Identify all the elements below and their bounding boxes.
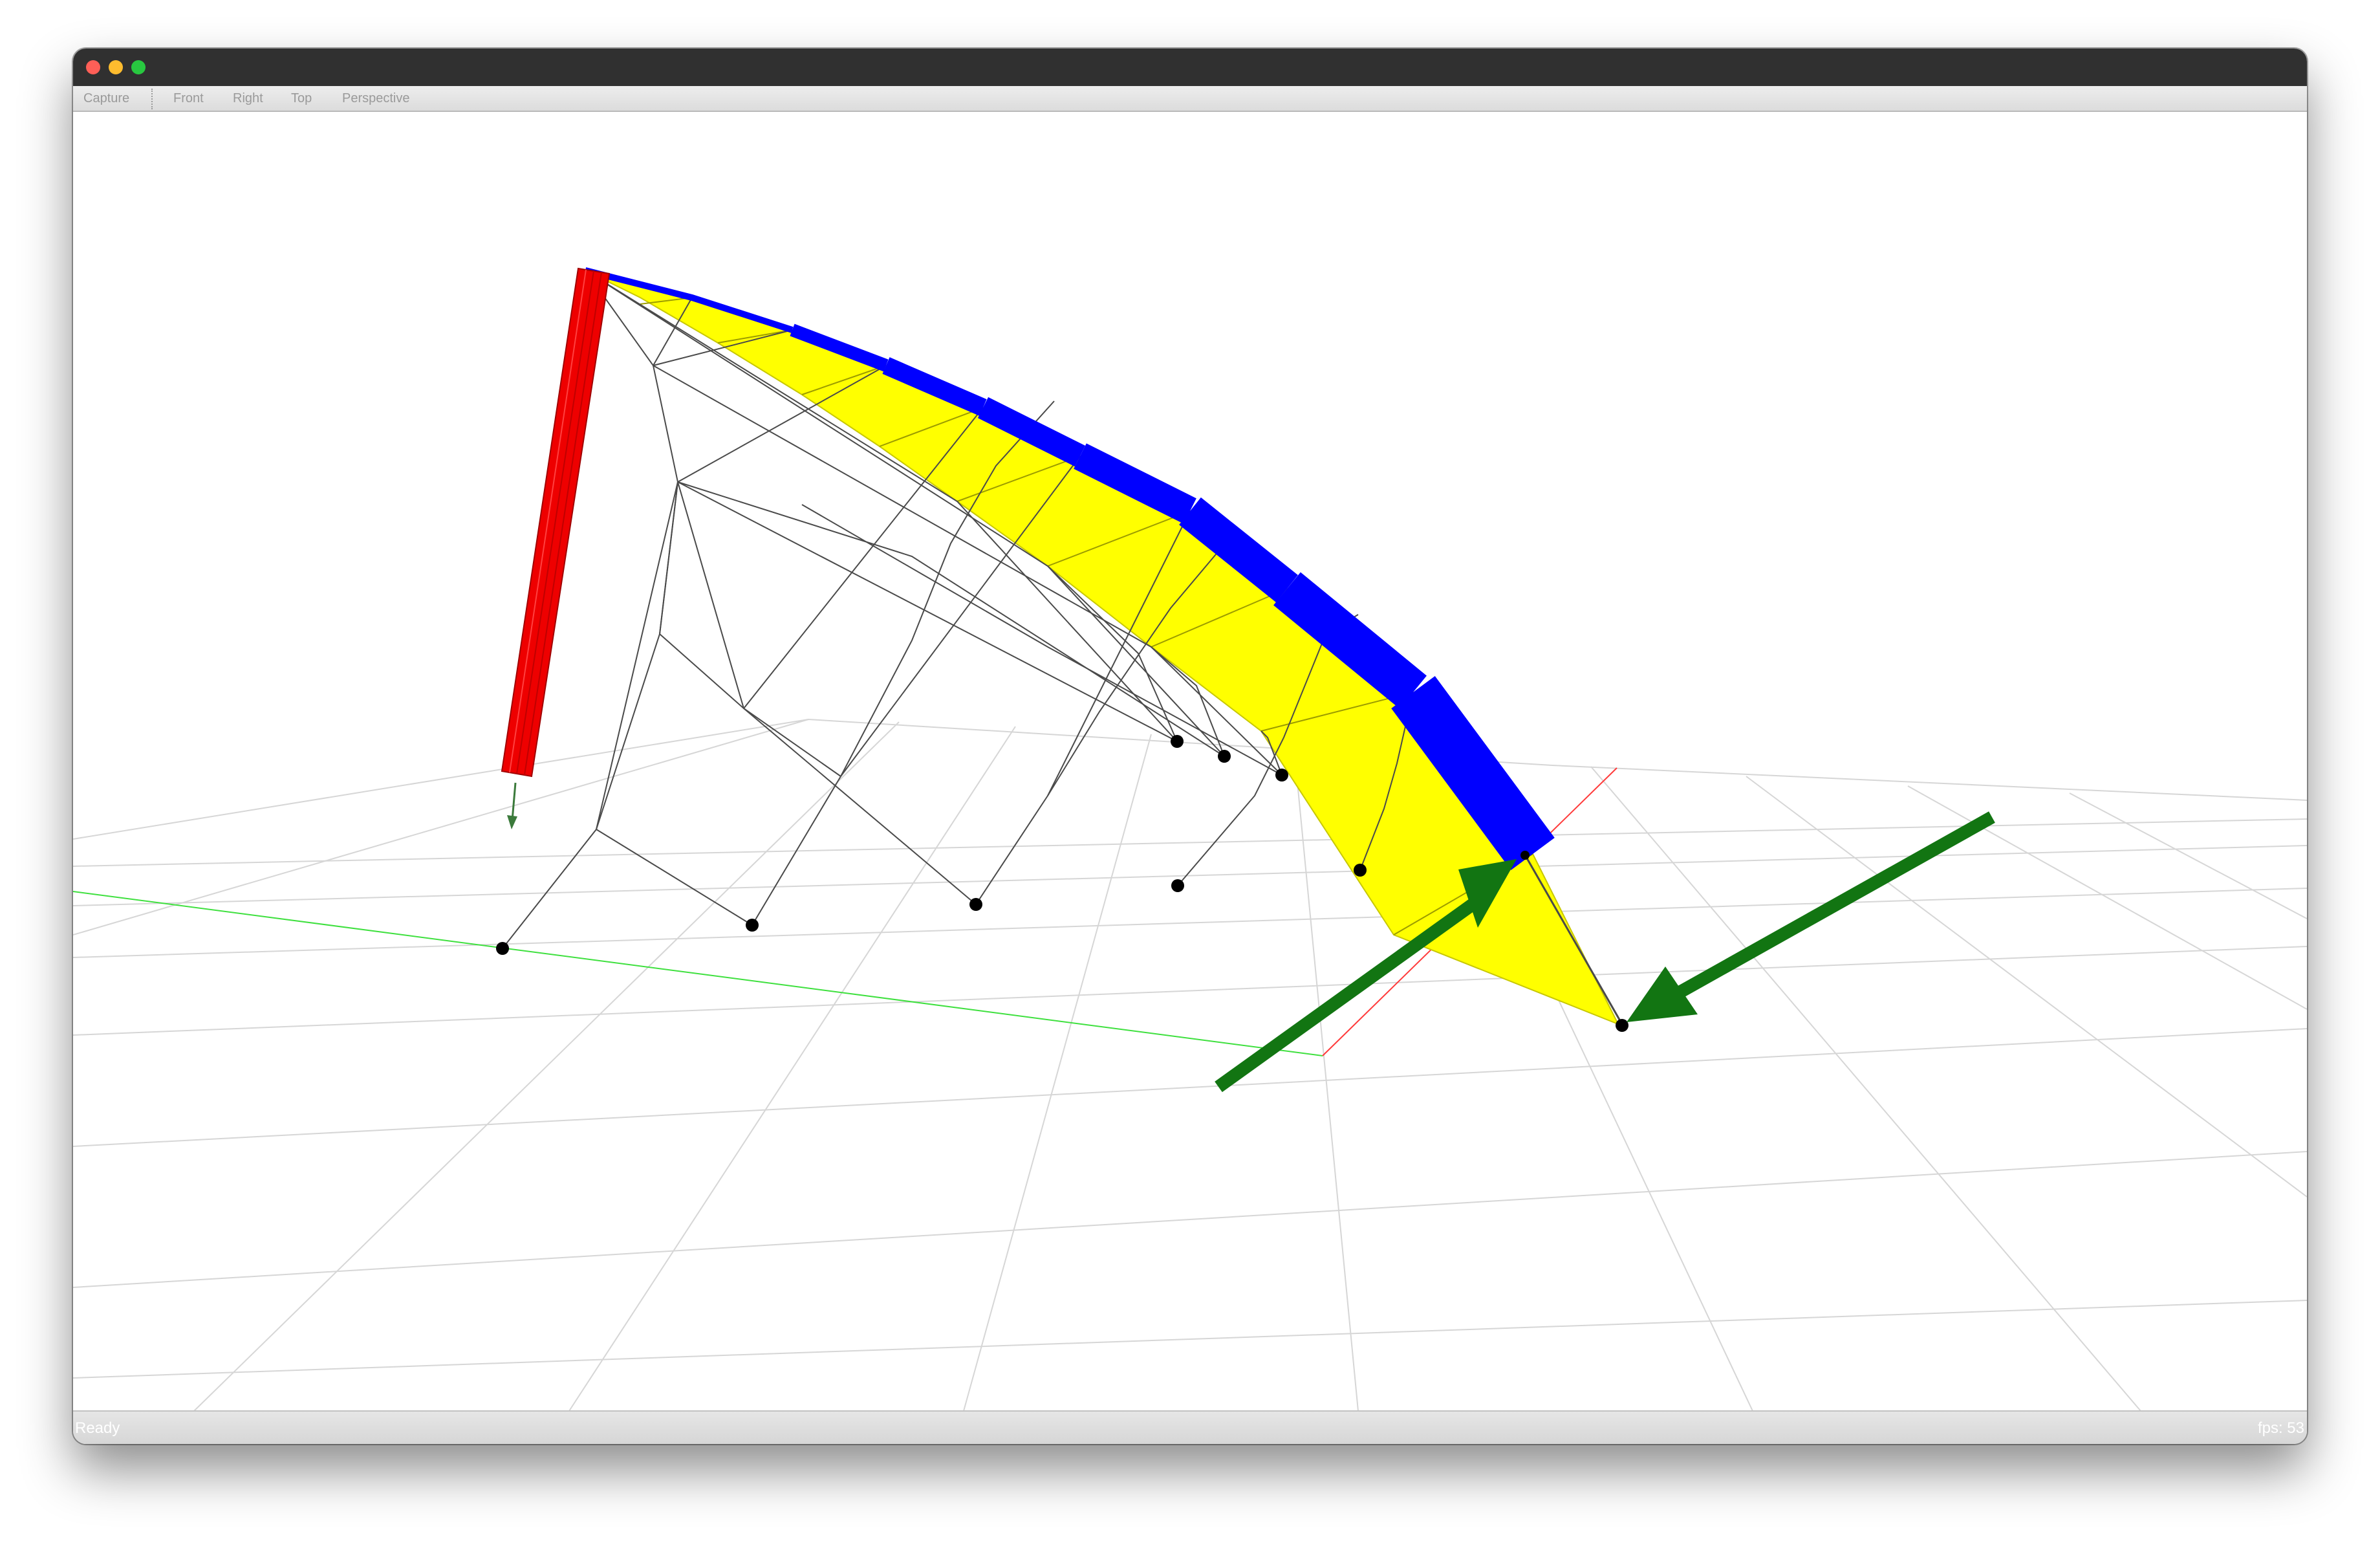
red-tube [501,267,611,829]
view-perspective-button[interactable]: Perspective [342,91,410,106]
fps-counter: fps: 53 [2257,1419,2304,1437]
minimize-window-button[interactable] [109,60,123,74]
y-axis-line [73,891,1323,1056]
zoom-window-button[interactable] [131,60,146,74]
close-window-button[interactable] [86,60,100,74]
view-top-button[interactable]: Top [291,91,312,106]
3d-viewport[interactable] [73,112,2307,1444]
toolbar-separator [151,89,153,109]
status-bar: Ready fps: 53 [73,1410,2307,1444]
status-text: Ready [75,1419,120,1437]
view-right-button[interactable]: Right [233,91,263,106]
title-bar [73,49,2307,86]
toolbar: Capture Front Right Top Perspective [73,86,2307,112]
view-front-button[interactable]: Front [173,91,204,106]
app-window: Capture Front Right Top Perspective Read… [73,49,2307,1444]
capture-button[interactable]: Capture [83,91,129,106]
